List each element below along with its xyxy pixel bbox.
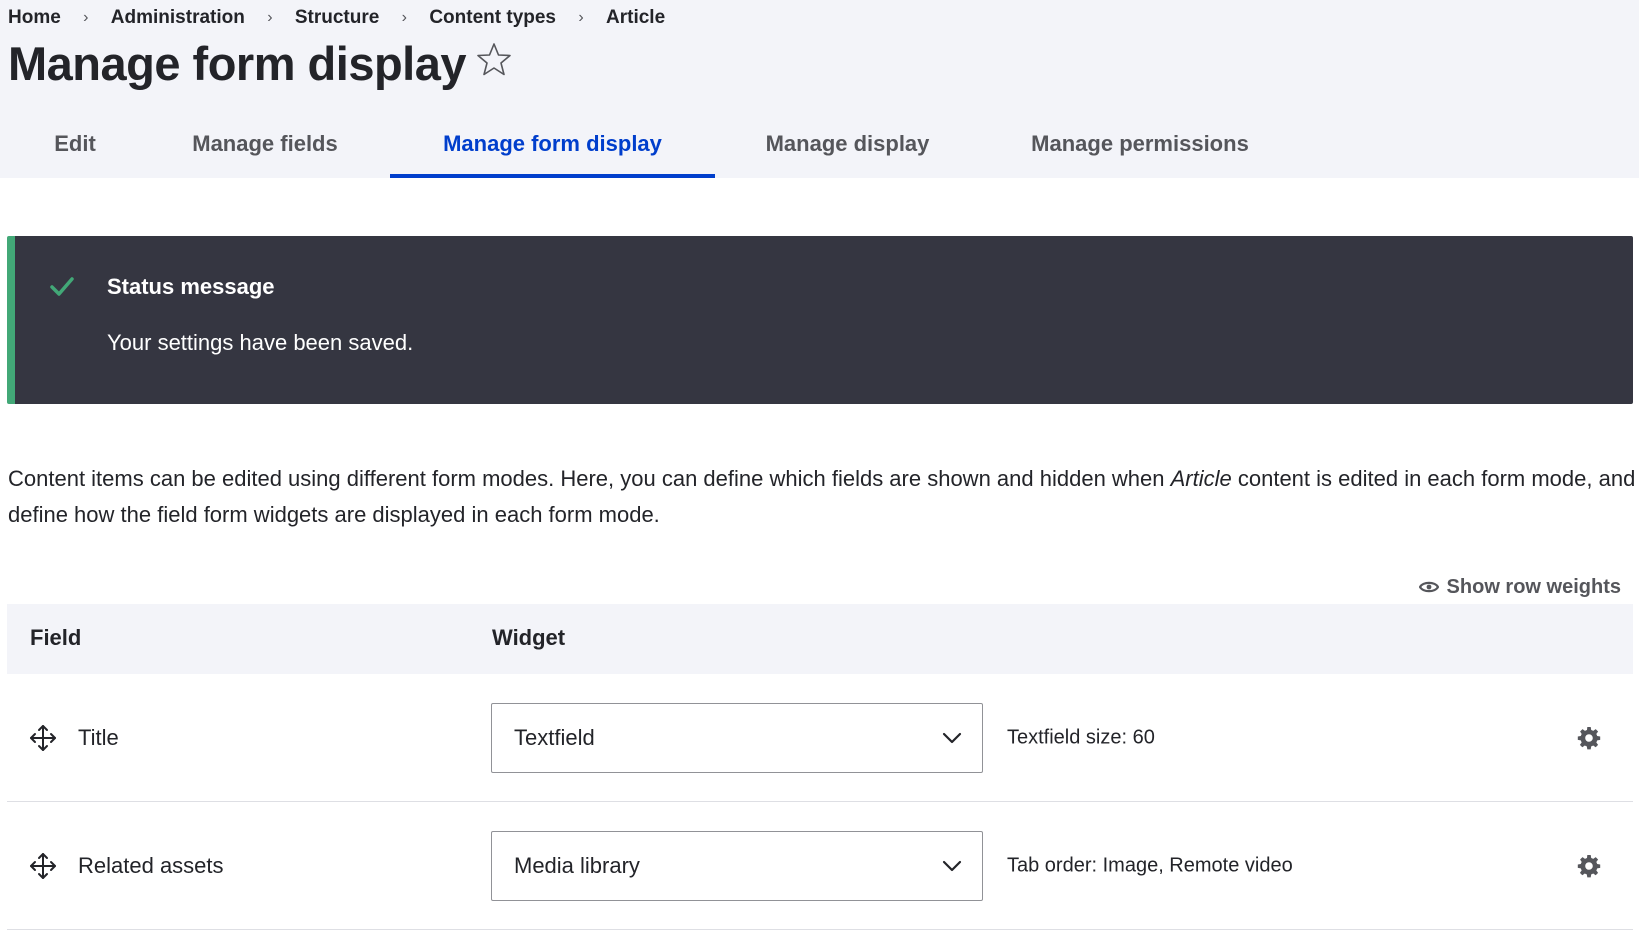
widget-select-value: Media library: [514, 852, 640, 878]
tab-manage-display[interactable]: Manage display: [740, 110, 955, 178]
gear-icon[interactable]: [1577, 854, 1601, 878]
field-label: Related assets: [78, 852, 224, 878]
widget-select[interactable]: Textfield: [491, 702, 983, 773]
tab-manage-fields[interactable]: Manage fields: [160, 110, 370, 178]
tab-edit[interactable]: Edit: [30, 110, 120, 178]
table-row: Related assets Media library Tab order: …: [7, 802, 1633, 930]
widget-select[interactable]: Media library: [491, 830, 983, 901]
eye-icon: [1418, 581, 1439, 593]
tab-manage-form-display[interactable]: Manage form display: [390, 110, 715, 178]
breadcrumb-home[interactable]: Home: [8, 7, 61, 29]
show-row-weights-label: Show row weights: [1446, 575, 1621, 598]
star-icon[interactable]: [474, 40, 514, 80]
column-header-field: Field: [30, 625, 82, 650]
check-icon: [50, 277, 74, 296]
breadcrumb-content-types[interactable]: Content types: [429, 7, 556, 29]
breadcrumb-article[interactable]: Article: [606, 7, 665, 29]
gear-icon[interactable]: [1577, 726, 1601, 750]
page-description: Content items can be edited using differ…: [8, 461, 1638, 533]
status-title: Status message: [107, 274, 275, 299]
page-header: Home › Administration › Structure › Cont…: [0, 0, 1639, 178]
show-row-weights-button[interactable]: Show row weights: [1418, 573, 1621, 601]
widget-select-value: Textfield: [514, 724, 595, 750]
chevron-down-icon: [942, 732, 962, 743]
breadcrumb-administration[interactable]: Administration: [111, 7, 245, 29]
breadcrumb: Home › Administration › Structure › Cont…: [8, 6, 665, 30]
drag-handle-icon[interactable]: [29, 852, 57, 880]
fields-table: Field Widget Title Textfield Textfield s…: [7, 604, 1633, 930]
breadcrumb-structure[interactable]: Structure: [295, 7, 379, 29]
field-label: Title: [78, 724, 119, 750]
breadcrumb-separator: ›: [83, 9, 89, 26]
breadcrumb-separator: ›: [578, 9, 584, 26]
breadcrumb-separator: ›: [267, 9, 273, 26]
drag-handle-icon[interactable]: [29, 724, 57, 752]
column-header-widget: Widget: [492, 625, 566, 650]
chevron-down-icon: [942, 860, 962, 871]
widget-summary: Textfield size: 60: [1007, 726, 1155, 748]
widget-summary: Tab order: Image, Remote video: [1007, 854, 1293, 876]
tab-manage-permissions[interactable]: Manage permissions: [1005, 110, 1275, 178]
description-text: Content items can be edited using differ…: [8, 466, 1171, 491]
status-message: Status message Your settings have been s…: [7, 236, 1633, 404]
status-text: Your settings have been saved.: [107, 330, 414, 355]
page-title: Manage form display: [8, 37, 467, 90]
breadcrumb-separator: ›: [401, 9, 407, 26]
table-header: Field Widget: [7, 604, 1633, 674]
table-row: Title Textfield Textfield size: 60: [7, 674, 1633, 802]
description-content-type: Article: [1170, 466, 1232, 491]
